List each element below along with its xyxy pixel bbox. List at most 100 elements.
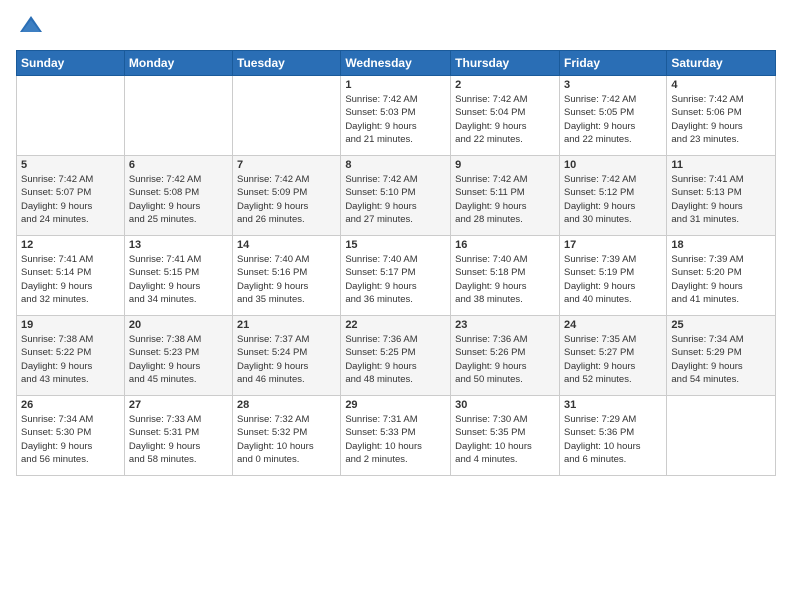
logo-icon <box>16 12 46 42</box>
day-cell: 29 Sunrise: 7:31 AM Sunset: 5:33 PM Dayli… <box>341 396 451 476</box>
day-number: 14 <box>237 239 336 251</box>
day-info: Sunrise: 7:38 AM Sunset: 5:23 PM Dayligh… <box>129 333 228 386</box>
day-info: Sunrise: 7:42 AM Sunset: 5:11 PM Dayligh… <box>455 173 555 226</box>
day-number: 28 <box>237 399 336 411</box>
calendar-page: SundayMondayTuesdayWednesdayThursdayFrid… <box>0 0 792 612</box>
day-number: 29 <box>345 399 446 411</box>
day-number: 11 <box>671 159 771 171</box>
day-cell: 22 Sunrise: 7:36 AM Sunset: 5:25 PM Dayli… <box>341 316 451 396</box>
day-info: Sunrise: 7:42 AM Sunset: 5:09 PM Dayligh… <box>237 173 336 226</box>
header <box>16 12 776 42</box>
day-info: Sunrise: 7:36 AM Sunset: 5:25 PM Dayligh… <box>345 333 446 386</box>
day-cell: 24 Sunrise: 7:35 AM Sunset: 5:27 PM Dayli… <box>559 316 666 396</box>
day-cell: 31 Sunrise: 7:29 AM Sunset: 5:36 PM Dayli… <box>559 396 666 476</box>
day-number: 6 <box>129 159 228 171</box>
col-header-monday: Monday <box>124 51 232 76</box>
day-cell: 11 Sunrise: 7:41 AM Sunset: 5:13 PM Dayli… <box>667 156 776 236</box>
col-header-saturday: Saturday <box>667 51 776 76</box>
day-number: 22 <box>345 319 446 331</box>
day-cell: 9 Sunrise: 7:42 AM Sunset: 5:11 PM Daylig… <box>451 156 560 236</box>
day-cell: 10 Sunrise: 7:42 AM Sunset: 5:12 PM Dayli… <box>559 156 666 236</box>
day-number: 15 <box>345 239 446 251</box>
day-cell: 21Sunrise: 7:37 AM Sunset: 5:24 PM Dayli… <box>233 316 341 396</box>
col-header-sunday: Sunday <box>17 51 125 76</box>
calendar-header-row: SundayMondayTuesdayWednesdayThursdayFrid… <box>17 51 776 76</box>
day-cell: 26Sunrise: 7:34 AM Sunset: 5:30 PM Dayli… <box>17 396 125 476</box>
day-cell: 8 Sunrise: 7:42 AM Sunset: 5:10 PM Daylig… <box>341 156 451 236</box>
day-number: 7 <box>237 159 336 171</box>
day-cell: 16 Sunrise: 7:40 AM Sunset: 5:18 PM Dayli… <box>451 236 560 316</box>
day-number: 31 <box>564 399 662 411</box>
day-cell <box>233 76 341 156</box>
day-info: Sunrise: 7:40 AM Sunset: 5:16 PM Dayligh… <box>237 253 336 306</box>
day-cell: 1 Sunrise: 7:42 AM Sunset: 5:03 PM Daylig… <box>341 76 451 156</box>
day-number: 24 <box>564 319 662 331</box>
day-info: Sunrise: 7:39 AM Sunset: 5:20 PM Dayligh… <box>671 253 771 306</box>
col-header-thursday: Thursday <box>451 51 560 76</box>
day-number: 1 <box>345 79 446 91</box>
day-number: 10 <box>564 159 662 171</box>
day-info: Sunrise: 7:30 AM Sunset: 5:35 PM Dayligh… <box>455 413 555 466</box>
day-info: Sunrise: 7:33 AM Sunset: 5:31 PM Dayligh… <box>129 413 228 466</box>
day-info: Sunrise: 7:42 AM Sunset: 5:12 PM Dayligh… <box>564 173 662 226</box>
day-info: Sunrise: 7:37 AM Sunset: 5:24 PM Dayligh… <box>237 333 336 386</box>
day-number: 30 <box>455 399 555 411</box>
col-header-wednesday: Wednesday <box>341 51 451 76</box>
day-info: Sunrise: 7:41 AM Sunset: 5:15 PM Dayligh… <box>129 253 228 306</box>
day-info: Sunrise: 7:32 AM Sunset: 5:32 PM Dayligh… <box>237 413 336 466</box>
day-cell: 25 Sunrise: 7:34 AM Sunset: 5:29 PM Dayli… <box>667 316 776 396</box>
day-cell: 30 Sunrise: 7:30 AM Sunset: 5:35 PM Dayli… <box>451 396 560 476</box>
week-row-3: 12Sunrise: 7:41 AM Sunset: 5:14 PM Dayli… <box>17 236 776 316</box>
col-header-tuesday: Tuesday <box>233 51 341 76</box>
day-cell <box>667 396 776 476</box>
day-cell: 20 Sunrise: 7:38 AM Sunset: 5:23 PM Dayli… <box>124 316 232 396</box>
day-cell: 13 Sunrise: 7:41 AM Sunset: 5:15 PM Dayli… <box>124 236 232 316</box>
day-number: 18 <box>671 239 771 251</box>
day-number: 17 <box>564 239 662 251</box>
day-cell: 7 Sunrise: 7:42 AM Sunset: 5:09 PM Daylig… <box>233 156 341 236</box>
day-cell: 17 Sunrise: 7:39 AM Sunset: 5:19 PM Dayli… <box>559 236 666 316</box>
day-info: Sunrise: 7:29 AM Sunset: 5:36 PM Dayligh… <box>564 413 662 466</box>
day-info: Sunrise: 7:42 AM Sunset: 5:05 PM Dayligh… <box>564 93 662 146</box>
day-info: Sunrise: 7:31 AM Sunset: 5:33 PM Dayligh… <box>345 413 446 466</box>
day-info: Sunrise: 7:40 AM Sunset: 5:17 PM Dayligh… <box>345 253 446 306</box>
day-info: Sunrise: 7:34 AM Sunset: 5:30 PM Dayligh… <box>21 413 120 466</box>
day-cell: 23 Sunrise: 7:36 AM Sunset: 5:26 PM Dayli… <box>451 316 560 396</box>
day-info: Sunrise: 7:41 AM Sunset: 5:13 PM Dayligh… <box>671 173 771 226</box>
day-number: 20 <box>129 319 228 331</box>
day-info: Sunrise: 7:42 AM Sunset: 5:07 PM Dayligh… <box>21 173 120 226</box>
day-cell: 12Sunrise: 7:41 AM Sunset: 5:14 PM Dayli… <box>17 236 125 316</box>
calendar-table: SundayMondayTuesdayWednesdayThursdayFrid… <box>16 50 776 476</box>
week-row-2: 5 Sunrise: 7:42 AM Sunset: 5:07 PM Daylig… <box>17 156 776 236</box>
logo <box>16 12 50 42</box>
day-info: Sunrise: 7:42 AM Sunset: 5:03 PM Dayligh… <box>345 93 446 146</box>
day-info: Sunrise: 7:35 AM Sunset: 5:27 PM Dayligh… <box>564 333 662 386</box>
week-row-5: 26Sunrise: 7:34 AM Sunset: 5:30 PM Dayli… <box>17 396 776 476</box>
day-number: 23 <box>455 319 555 331</box>
day-cell: 18 Sunrise: 7:39 AM Sunset: 5:20 PM Dayli… <box>667 236 776 316</box>
day-cell: 5 Sunrise: 7:42 AM Sunset: 5:07 PM Daylig… <box>17 156 125 236</box>
day-info: Sunrise: 7:36 AM Sunset: 5:26 PM Dayligh… <box>455 333 555 386</box>
day-number: 25 <box>671 319 771 331</box>
day-info: Sunrise: 7:42 AM Sunset: 5:10 PM Dayligh… <box>345 173 446 226</box>
week-row-4: 19 Sunrise: 7:38 AM Sunset: 5:22 PM Dayli… <box>17 316 776 396</box>
day-number: 9 <box>455 159 555 171</box>
day-number: 16 <box>455 239 555 251</box>
day-info: Sunrise: 7:39 AM Sunset: 5:19 PM Dayligh… <box>564 253 662 306</box>
day-cell: 27 Sunrise: 7:33 AM Sunset: 5:31 PM Dayli… <box>124 396 232 476</box>
day-info: Sunrise: 7:42 AM Sunset: 5:04 PM Dayligh… <box>455 93 555 146</box>
day-number: 4 <box>671 79 771 91</box>
day-cell: 6Sunrise: 7:42 AM Sunset: 5:08 PM Daylig… <box>124 156 232 236</box>
day-cell: 4Sunrise: 7:42 AM Sunset: 5:06 PM Daylig… <box>667 76 776 156</box>
day-cell: 19 Sunrise: 7:38 AM Sunset: 5:22 PM Dayli… <box>17 316 125 396</box>
week-row-1: 1 Sunrise: 7:42 AM Sunset: 5:03 PM Daylig… <box>17 76 776 156</box>
day-number: 8 <box>345 159 446 171</box>
day-number: 12 <box>21 239 120 251</box>
day-number: 13 <box>129 239 228 251</box>
day-info: Sunrise: 7:34 AM Sunset: 5:29 PM Dayligh… <box>671 333 771 386</box>
day-info: Sunrise: 7:40 AM Sunset: 5:18 PM Dayligh… <box>455 253 555 306</box>
day-number: 5 <box>21 159 120 171</box>
day-info: Sunrise: 7:38 AM Sunset: 5:22 PM Dayligh… <box>21 333 120 386</box>
day-number: 19 <box>21 319 120 331</box>
day-number: 27 <box>129 399 228 411</box>
